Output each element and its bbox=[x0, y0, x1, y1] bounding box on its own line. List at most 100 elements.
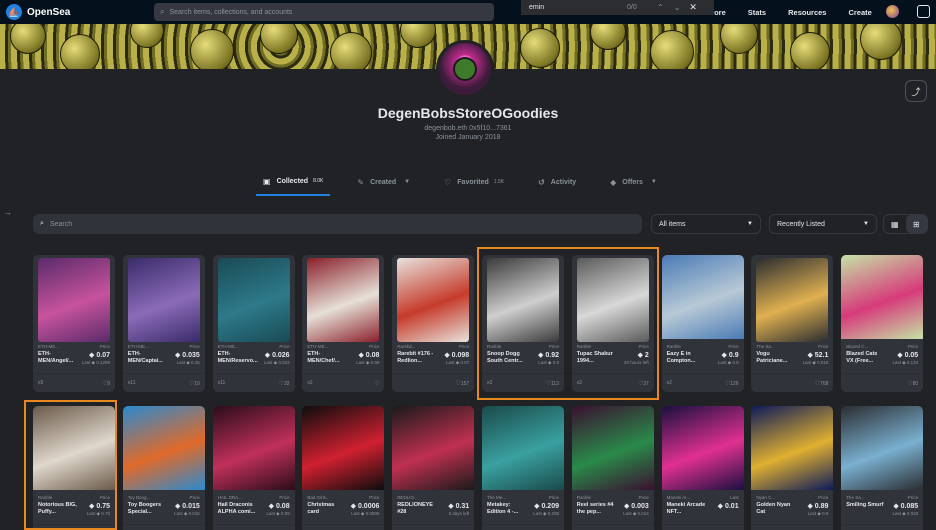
card-collection[interactable]: The Sa... bbox=[846, 495, 864, 500]
nft-card[interactable]: Rarible Price Reel series #4 the pep... ◆ 0… bbox=[571, 406, 654, 530]
nft-card[interactable]: ETH-ME... Price ETH-MEN/Angel/... ◆ 0.07 Las… bbox=[33, 255, 115, 392]
nft-card[interactable]: Nyan C... Price Golden Nyan Cat ◆ 0.89 Last … bbox=[751, 406, 834, 530]
find-prev-icon[interactable]: ⌃ bbox=[657, 3, 664, 12]
nft-card[interactable]: ETH-ME... Price ETH-MEN/Reservo... ◆ 0.026 L… bbox=[212, 255, 295, 392]
find-next-icon[interactable]: ⌄ bbox=[674, 3, 681, 12]
items-search-input[interactable]: ⌕ Search bbox=[33, 214, 642, 234]
card-collection[interactable]: ETH-ME... bbox=[128, 344, 149, 349]
nft-image[interactable] bbox=[122, 406, 205, 490]
nft-image[interactable] bbox=[482, 406, 564, 490]
nft-card[interactable]: Rarible Price Snoop Dogg South Centr... ◆ 0… bbox=[482, 255, 564, 392]
nft-image[interactable] bbox=[217, 258, 290, 342]
find-input[interactable]: emin bbox=[529, 4, 627, 11]
nft-image[interactable] bbox=[302, 406, 385, 490]
nft-image[interactable] bbox=[661, 406, 744, 490]
nft-card[interactable]: Bad Girls... Price Christmas card ◆ 0.0006 L… bbox=[302, 406, 385, 530]
expand-filters-icon[interactable]: → bbox=[3, 207, 12, 217]
nft-image[interactable] bbox=[841, 255, 924, 339]
account-avatar-icon[interactable] bbox=[886, 5, 899, 18]
card-likes[interactable]: 32 bbox=[279, 380, 290, 387]
nav-link-stats[interactable]: Stats bbox=[748, 8, 766, 17]
nav-link-resources[interactable]: Resources bbox=[788, 8, 826, 17]
card-likes[interactable]: 126 bbox=[725, 380, 738, 387]
card-price-label: Price bbox=[907, 495, 919, 500]
card-collection[interactable]: HAIL DRA... bbox=[218, 495, 242, 500]
banner-coin bbox=[10, 24, 46, 54]
nft-card[interactable]: Blazed C... Price Blazed Cats VX (Free... ◆… bbox=[841, 255, 924, 392]
card-collection[interactable]: The Me... bbox=[487, 495, 506, 500]
card-likes[interactable]: 10 bbox=[189, 380, 200, 387]
card-collection[interactable]: Blazed C... bbox=[846, 344, 868, 349]
nft-card[interactable]: Rarible Price Tupac Shakur 1994... ◆ 2 20 ho… bbox=[571, 255, 654, 392]
card-collection[interactable]: The Sa... bbox=[756, 344, 774, 349]
nft-card[interactable]: Rarible Price Eazy E in Compton... ◆ 0.9 Las… bbox=[661, 255, 744, 392]
nav-link-explore[interactable]: lore bbox=[712, 8, 726, 17]
tab-activity[interactable]: ↺ Activity bbox=[531, 176, 583, 196]
card-likes[interactable]: 113 bbox=[546, 380, 559, 387]
find-close-icon[interactable]: ✕ bbox=[689, 2, 697, 13]
items-filter-select[interactable]: All items ▼ bbox=[651, 214, 761, 234]
card-last-sale: Last ◆ 0.07 bbox=[445, 360, 470, 365]
tab-created[interactable]: ✎ Created ▼ bbox=[350, 176, 417, 196]
nft-card[interactable]: HAIL DRA... Price Hail Draconis ALPHA comi… bbox=[212, 406, 295, 530]
nft-image[interactable] bbox=[212, 406, 295, 490]
tab-offers[interactable]: ◆ Offers ▼ bbox=[603, 176, 664, 196]
card-collection[interactable]: Maneki Ar... bbox=[667, 495, 691, 500]
global-search-input[interactable]: ⌕ Search items, collections, and account… bbox=[154, 3, 494, 21]
tab-favorited[interactable]: ♡ Favorited 1.5K bbox=[437, 176, 511, 196]
nft-image[interactable] bbox=[307, 258, 380, 342]
card-likes[interactable]: 80 bbox=[907, 380, 919, 387]
card-likes[interactable]: 9 bbox=[102, 380, 110, 387]
nft-image[interactable] bbox=[33, 406, 115, 490]
nft-image[interactable] bbox=[576, 258, 649, 342]
nft-card[interactable]: Maneki Ar... Last Maneki Arcade NFT... ◆ 0.… bbox=[661, 406, 744, 530]
card-likes[interactable]: 37 bbox=[638, 380, 649, 387]
nft-card[interactable]: Rarible Price Notorious BIG, Puffy... ◆ 0.7… bbox=[33, 406, 115, 530]
nft-card[interactable]: ETH-ME... Price ETH-MEN/Chef/... ◆ 0.08 Last… bbox=[302, 255, 385, 392]
opensea-logo[interactable]: ⛵ OpenSea bbox=[6, 4, 70, 20]
card-collection[interactable]: Bad Girls... bbox=[307, 495, 329, 500]
chevron-down-icon: ▼ bbox=[650, 179, 657, 185]
card-likes[interactable] bbox=[374, 380, 379, 387]
nft-card[interactable]: The Me... Price Metakey: Edition 4 -... ◆ 0… bbox=[482, 406, 564, 530]
card-collection[interactable]: Toy Boog... bbox=[128, 495, 151, 500]
nft-card[interactable]: Toy Boog... Price Toy Boogers Special... ◆ … bbox=[122, 406, 205, 530]
nav-link-create[interactable]: Create bbox=[848, 8, 871, 17]
card-likes[interactable]: 768 bbox=[815, 380, 828, 387]
card-collection[interactable]: Rarible bbox=[577, 495, 591, 500]
nft-image[interactable] bbox=[392, 406, 475, 490]
nft-card[interactable]: The Sa... Price Smiling Smurf ◆ 0.085 Last ◆… bbox=[841, 406, 924, 530]
card-collection[interactable]: ETH-ME... bbox=[218, 344, 239, 349]
tab-collected[interactable]: ▣ Collected 8.0K bbox=[256, 176, 331, 196]
sort-select[interactable]: Recently Listed ▼ bbox=[769, 214, 877, 234]
nft-image[interactable] bbox=[661, 255, 744, 339]
share-button[interactable]: ⤴ bbox=[905, 80, 927, 102]
nft-card[interactable]: Rarebit... Price Rarebit #176 - Redlion...… bbox=[392, 255, 475, 392]
nft-card[interactable]: REDLIO... REDLIONEYE #28 ◆ 0.31 5 days left bbox=[392, 406, 475, 530]
nft-image[interactable] bbox=[38, 258, 110, 342]
nft-image[interactable] bbox=[841, 406, 924, 490]
small-grid-icon[interactable]: ⊞ bbox=[905, 215, 927, 233]
card-collection[interactable]: Rarible bbox=[667, 344, 681, 349]
nft-image[interactable] bbox=[571, 406, 654, 490]
card-collection[interactable]: REDLIO... bbox=[397, 495, 418, 500]
nft-image[interactable] bbox=[751, 406, 834, 490]
card-collection[interactable]: Rarible bbox=[487, 344, 501, 349]
card-collection[interactable]: Rarebit... bbox=[397, 344, 415, 349]
card-collection[interactable]: Nyan C... bbox=[756, 495, 775, 500]
nft-image[interactable] bbox=[756, 258, 829, 342]
wallet-icon[interactable] bbox=[917, 5, 930, 18]
large-grid-icon[interactable]: ▦ bbox=[884, 215, 906, 233]
card-title: REDLIONEYE #28 bbox=[397, 502, 433, 515]
profile-address[interactable]: degenbob.eth 0x5f10...7361 bbox=[0, 125, 936, 132]
card-collection[interactable]: Rarible bbox=[38, 495, 52, 500]
nft-card[interactable]: The Sa... Price Vogu Patriciane... ◆ 52.1 La… bbox=[751, 255, 834, 392]
card-collection[interactable]: Rarible bbox=[577, 344, 591, 349]
nft-card[interactable]: ETH-ME... Price ETH-MEN/Captai... ◆ 0.035 La… bbox=[122, 255, 205, 392]
nft-image[interactable] bbox=[487, 258, 559, 342]
card-collection[interactable]: ETH-ME... bbox=[307, 344, 328, 349]
nft-image[interactable] bbox=[397, 258, 470, 342]
card-likes[interactable]: 157 bbox=[455, 380, 469, 387]
nft-image[interactable] bbox=[127, 258, 200, 342]
card-collection[interactable]: ETH-ME... bbox=[38, 344, 59, 349]
